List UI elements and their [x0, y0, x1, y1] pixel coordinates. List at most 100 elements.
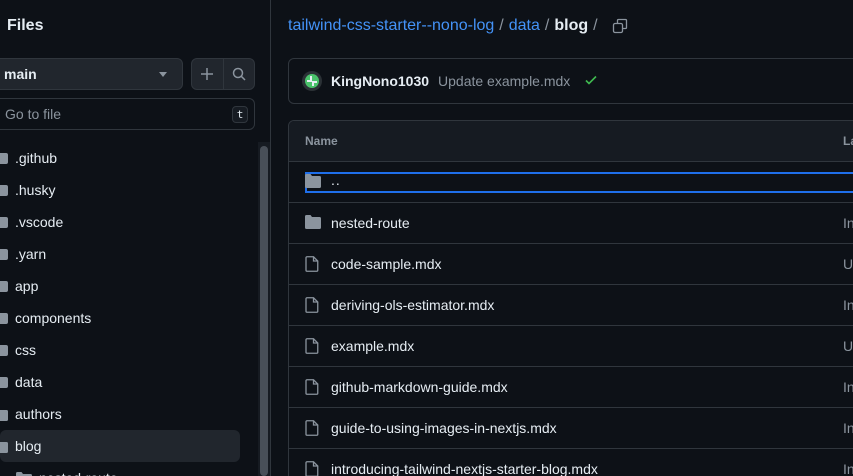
- file-tree-sidebar: Files main Go to file t .github .husky .vs…: [0, 0, 271, 476]
- row-name-link[interactable]: ..: [331, 172, 341, 188]
- tree-item-husky[interactable]: .husky: [0, 174, 257, 206]
- tree-item-label: css: [15, 342, 36, 358]
- plus-icon: [201, 68, 214, 80]
- row-name-link[interactable]: deriving-ols-estimator.mdx: [331, 297, 494, 313]
- table-row[interactable]: guide-to-using-images-in-nextjs.mdx In: [289, 408, 853, 449]
- table-row[interactable]: github-markdown-guide.mdx In: [289, 367, 853, 408]
- folder-icon: [0, 248, 8, 260]
- go-to-file-input[interactable]: Go to file t: [0, 98, 255, 130]
- folder-icon: [16, 471, 32, 476]
- row-name-link[interactable]: code-sample.mdx: [331, 256, 442, 272]
- file-icon: [305, 256, 319, 275]
- tree-item-label: nested-route: [39, 470, 118, 476]
- tree-item-label: app: [15, 278, 39, 294]
- branch-selector[interactable]: main: [0, 58, 183, 90]
- table-row[interactable]: code-sample.mdx U: [289, 244, 853, 285]
- folder-icon: [0, 440, 8, 453]
- tree-item-github[interactable]: .github: [0, 142, 257, 174]
- tree-item-css[interactable]: css: [0, 334, 257, 366]
- main-content: tailwind-css-starter--nono-log / data / …: [272, 0, 853, 476]
- copy-path-button[interactable]: [612, 18, 628, 34]
- sidebar-actions: [191, 58, 255, 90]
- row-last-commit[interactable]: In: [843, 461, 853, 476]
- row-last-commit[interactable]: In: [843, 297, 853, 313]
- tree-item-label: .husky: [15, 182, 56, 198]
- caret-down-icon: [159, 72, 167, 77]
- table-row[interactable]: example.mdx U: [289, 326, 853, 367]
- tree-item-label: data: [15, 374, 43, 390]
- tree-item-yarn[interactable]: .yarn: [0, 238, 257, 270]
- tree-item-nested-route[interactable]: nested-route: [0, 462, 257, 476]
- row-name-link[interactable]: github-markdown-guide.mdx: [331, 379, 508, 395]
- breadcrumb-data-link[interactable]: data: [509, 17, 540, 35]
- folder-icon: [0, 312, 8, 324]
- copy-icon: [612, 18, 627, 34]
- commit-author-link[interactable]: KingNono1030: [331, 73, 429, 89]
- search-icon: [232, 67, 246, 81]
- folder-icon: [305, 174, 321, 191]
- breadcrumb-repo-link[interactable]: tailwind-css-starter--nono-log: [288, 17, 494, 35]
- tree-item-label: authors: [15, 406, 62, 422]
- file-icon: [305, 338, 319, 357]
- sidebar-scrollbar[interactable]: [258, 142, 270, 476]
- breadcrumb-separator: /: [544, 17, 550, 34]
- breadcrumb-current: blog: [554, 17, 589, 34]
- tree-item-blog[interactable]: blog: [0, 430, 240, 462]
- parent-directory-row[interactable]: ..: [289, 162, 853, 203]
- folder-icon: [0, 344, 8, 356]
- commit-message-link[interactable]: Update example.mdx: [438, 73, 570, 89]
- tree-item-label: .vscode: [15, 214, 64, 230]
- table-row[interactable]: deriving-ols-estimator.mdx In: [289, 285, 853, 326]
- search-files-button[interactable]: [222, 59, 254, 89]
- file-icon: [305, 420, 319, 439]
- tree-item-label: blog: [15, 438, 42, 454]
- file-icon: [305, 297, 319, 316]
- scrollbar-thumb[interactable]: [260, 146, 268, 476]
- column-header-name: Name: [305, 134, 338, 148]
- table-row[interactable]: nested-route In: [289, 203, 853, 244]
- tree-item-authors[interactable]: authors: [0, 398, 257, 430]
- go-to-file-placeholder: Go to file: [5, 106, 62, 122]
- row-last-commit[interactable]: U: [843, 256, 853, 272]
- file-icon: [305, 379, 319, 398]
- avatar[interactable]: [302, 71, 322, 91]
- tree-item-vscode[interactable]: .vscode: [0, 206, 257, 238]
- table-header: Name La: [289, 121, 853, 162]
- row-last-commit[interactable]: U: [843, 338, 853, 354]
- row-name-link[interactable]: introducing-tailwind-nextjs-starter-blog…: [331, 461, 598, 476]
- folder-icon: [0, 184, 8, 196]
- folder-icon: [0, 408, 8, 421]
- file-table: Name La .. nested-route In code-sample.mdx U…: [288, 120, 853, 476]
- row-name-link[interactable]: nested-route: [331, 215, 410, 231]
- branch-label: main: [4, 66, 37, 82]
- add-file-button[interactable]: [192, 59, 223, 89]
- tree-item-label: .yarn: [15, 246, 47, 262]
- tree-item-data[interactable]: data: [0, 366, 257, 398]
- breadcrumb-separator: /: [593, 17, 598, 34]
- breadcrumb-separator: /: [499, 17, 504, 34]
- table-body: .. nested-route In code-sample.mdx Uderiving…: [289, 162, 853, 476]
- row-last-commit[interactable]: In: [843, 215, 853, 231]
- check-icon[interactable]: [584, 73, 598, 90]
- tree-item-components[interactable]: components: [0, 302, 257, 334]
- folder-icon: [0, 152, 8, 164]
- folder-icon: [0, 216, 8, 228]
- tree-item-label: components: [15, 310, 92, 326]
- folder-icon: [0, 376, 8, 388]
- column-header-last-commit: La: [843, 134, 853, 148]
- row-name-link[interactable]: guide-to-using-images-in-nextjs.mdx: [331, 420, 557, 436]
- tree-item-app[interactable]: app: [0, 270, 257, 302]
- focus-ring: [305, 172, 853, 193]
- folder-icon: [0, 280, 8, 292]
- row-last-commit[interactable]: In: [843, 420, 853, 436]
- breadcrumb: tailwind-css-starter--nono-log / data / …: [288, 17, 628, 35]
- row-name-link[interactable]: example.mdx: [331, 338, 414, 354]
- tree-item-label: .github: [15, 150, 58, 166]
- sidebar-title: Files: [7, 17, 44, 34]
- table-row[interactable]: introducing-tailwind-nextjs-starter-blog…: [289, 449, 853, 476]
- file-tree: .github .husky .vscode .yarn app components cs…: [0, 142, 257, 476]
- file-icon: [305, 461, 319, 476]
- avatar-identicon-icon: [305, 74, 319, 88]
- latest-commit-bar: KingNono1030 Update example.mdx: [288, 58, 853, 104]
- row-last-commit[interactable]: In: [843, 379, 853, 395]
